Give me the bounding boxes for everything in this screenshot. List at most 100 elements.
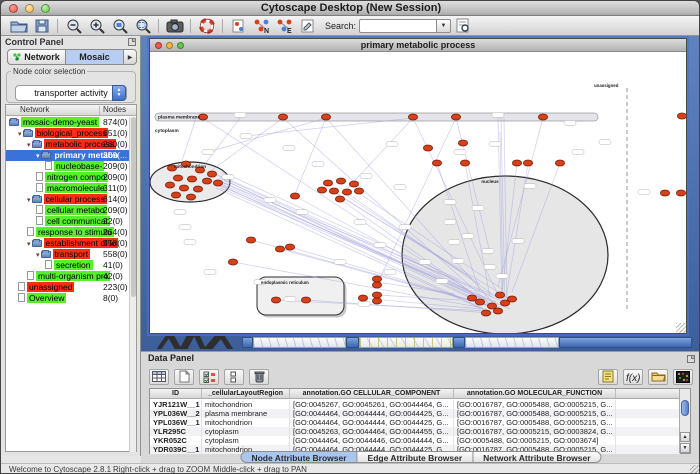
graph-node[interactable]: [301, 297, 310, 303]
graph-node[interactable]: [481, 310, 490, 316]
tab-mosaic[interactable]: Mosaic: [65, 49, 123, 65]
graph-node[interactable]: [660, 190, 669, 196]
tree-row[interactable]: cell communicat22(0): [6, 216, 130, 227]
minimized-window-artifact[interactable]: [157, 336, 233, 349]
table-row[interactable]: YJR121W__1mitochondrion[GO:0045267, GO:0…: [150, 400, 680, 409]
graph-node[interactable]: [321, 114, 330, 120]
save-icon[interactable]: [30, 17, 53, 35]
search-dropdown-arrow[interactable]: ▼: [437, 19, 451, 33]
graph-edge[interactable]: [212, 118, 283, 170]
graph-node[interactable]: [372, 292, 381, 298]
tree-row[interactable]: response to stimulu264(0): [6, 227, 130, 238]
graph-edge[interactable]: [180, 118, 196, 167]
scroll-up-arrow[interactable]: ▲: [680, 432, 690, 442]
snapshot-camera-icon[interactable]: [163, 17, 186, 35]
table-cell[interactable]: YPL036W__2: [150, 409, 202, 418]
table-header-cell[interactable]: annotation.GO CELLULAR_COMPONENT: [290, 389, 454, 398]
graph-node[interactable]: [202, 178, 211, 184]
graph-node[interactable]: [290, 193, 299, 199]
float-panel-icon[interactable]: [687, 355, 695, 363]
table-row[interactable]: YLR295Ccytoplasm[GO:0045263, GO:0044464,…: [150, 427, 680, 436]
network-nodes-icon[interactable]: N: [250, 17, 273, 35]
graph-node[interactable]: [408, 114, 417, 120]
tree-row[interactable]: nucleobase-209(0): [6, 161, 130, 172]
table-cell[interactable]: [GO:0045263, GO:0044464, GO:0044455, G..…: [290, 427, 454, 436]
table-cell[interactable]: cytoplasm: [202, 427, 290, 436]
table-cell[interactable]: [616, 445, 680, 454]
graph-node[interactable]: [458, 140, 467, 146]
tree-row[interactable]: nitrogen compo209(0): [6, 172, 130, 183]
graph-node[interactable]: [329, 188, 338, 194]
tree-row[interactable]: secretion41(0): [6, 260, 130, 271]
graph-node[interactable]: [323, 180, 332, 186]
graph-node[interactable]: [460, 160, 469, 166]
tree-header-network[interactable]: Network: [20, 105, 49, 114]
tree-expand-arrow[interactable]: ▾: [27, 142, 31, 149]
help-lifesaver-icon[interactable]: [195, 17, 218, 35]
tree-row[interactable]: ▾biological_process651(0): [6, 128, 130, 139]
network-graph[interactable]: plasma membranecytoplasmmitochondrionnuc…: [150, 52, 686, 333]
table-cell[interactable]: [GO:0044464, GO:0044446, GO:0044444, G..…: [290, 436, 454, 445]
matrix-view-icon[interactable]: [673, 369, 693, 385]
minimized-window-bar[interactable]: [453, 337, 465, 348]
minimize-icon[interactable]: [166, 42, 173, 49]
table-header-cell[interactable]: _cellularLayoutRegion: [202, 389, 290, 398]
minimized-window-thumbnail[interactable]: [465, 337, 559, 348]
tab-edge-attribute-browser[interactable]: Edge Attribute Browser: [358, 451, 474, 463]
delete-attribute-icon[interactable]: [249, 369, 269, 385]
table-cell[interactable]: mitochondrion: [202, 418, 290, 427]
graph-node[interactable]: [246, 237, 255, 243]
graph-node[interactable]: [523, 160, 532, 166]
tab-network[interactable]: Network: [7, 49, 65, 65]
graph-node[interactable]: [179, 185, 188, 191]
new-attribute-icon[interactable]: [174, 369, 194, 385]
graph-node[interactable]: [432, 160, 441, 166]
minimized-window-bar[interactable]: [242, 337, 253, 348]
table-scrollbar-thumb[interactable]: [681, 400, 689, 416]
table-cell[interactable]: YPL036W__1: [150, 418, 202, 427]
table-cell[interactable]: [GO:0045267, GO:0045261, GO:0044464, G..…: [290, 400, 454, 409]
graph-node[interactable]: [451, 114, 460, 120]
tree-expand-arrow[interactable]: ▾: [36, 153, 40, 160]
table-cell[interactable]: [GO:0005488, GO:0005215, GO:0003674]: [454, 436, 616, 445]
graph-node[interactable]: [317, 187, 326, 193]
table-row[interactable]: YKR052Ccytoplasm[GO:0044464, GO:0044446,…: [150, 436, 680, 445]
graph-node[interactable]: [372, 276, 381, 282]
graph-node[interactable]: [507, 296, 516, 302]
graph-node[interactable]: [207, 171, 216, 177]
table-row[interactable]: YPL036W__1mitochondrion[GO:0044464, GO:0…: [150, 418, 680, 427]
window-titlebar[interactable]: Cytoscape Desktop (New Session): [1, 1, 700, 16]
maximize-icon[interactable]: [177, 42, 184, 49]
graph-node[interactable]: [538, 114, 547, 120]
graph-node[interactable]: [165, 182, 174, 188]
graph-node[interactable]: [335, 196, 344, 202]
import-attributes-icon[interactable]: [648, 369, 668, 385]
table-cell[interactable]: YDR039C__1: [150, 445, 202, 454]
graph-node[interactable]: [512, 160, 521, 166]
table-cell[interactable]: [GO:0016787, GO:0005488, GO:0005215, G..…: [454, 400, 616, 409]
tab-network-attribute-browser[interactable]: Network Attribute Browser: [473, 451, 601, 463]
graph-node[interactable]: [467, 295, 476, 301]
minimized-window-thumbnail[interactable]: [253, 337, 346, 348]
graph-node[interactable]: [171, 192, 180, 198]
tree-header-nodes[interactable]: Nodes: [103, 105, 126, 114]
tree-row[interactable]: macromolecule311(0): [6, 183, 130, 194]
table-cell[interactable]: [GO:0016787, GO:0005488, GO:0005215, G..…: [454, 418, 616, 427]
node-color-dropdown[interactable]: transporter activity ▲▼: [15, 85, 127, 101]
close-button[interactable]: [9, 4, 18, 13]
graph-node[interactable]: [677, 113, 686, 119]
advanced-search-icon[interactable]: [451, 17, 474, 35]
minimized-window-bar[interactable]: [559, 337, 692, 348]
table-cell[interactable]: [616, 436, 680, 445]
graph-node[interactable]: [354, 188, 363, 194]
graph-node[interactable]: [423, 145, 432, 151]
graph-node[interactable]: [493, 308, 502, 314]
function-builder-icon[interactable]: f(x): [623, 369, 643, 385]
search-input[interactable]: [359, 19, 437, 33]
graph-node[interactable]: [495, 292, 504, 298]
table-cell[interactable]: [GO:0044464, GO:0044444, GO:0044425, G..…: [290, 409, 454, 418]
table-cell[interactable]: [616, 418, 680, 427]
tree-scrollbar[interactable]: [129, 117, 136, 452]
zoom-in-icon[interactable]: [85, 17, 108, 35]
tree-row[interactable]: Overview8(0): [6, 293, 130, 304]
